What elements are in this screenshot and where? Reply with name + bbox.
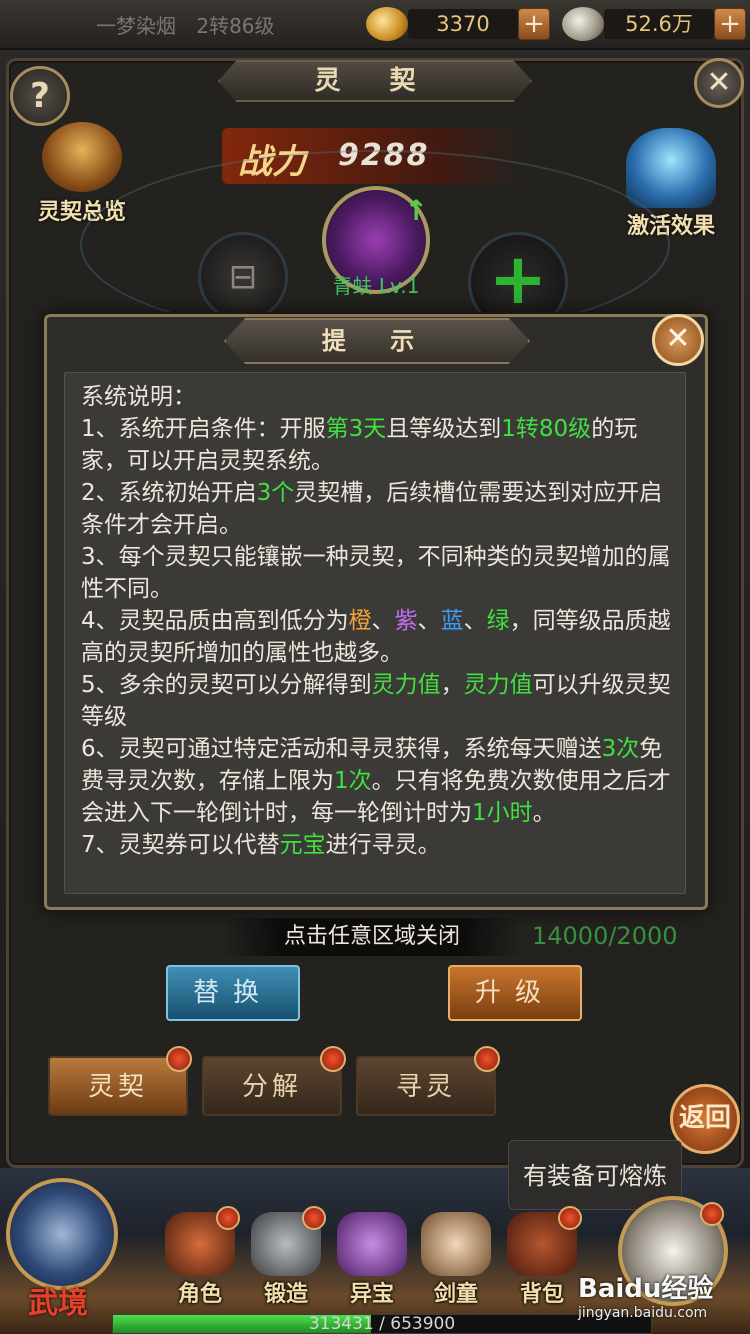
nav-child-label: 剑童 [433, 1282, 478, 1307]
tab-seek[interactable]: 寻灵 [356, 1046, 500, 1116]
nav-sword-child[interactable]: 剑童 [414, 1212, 498, 1308]
nav-role[interactable]: 角色 [158, 1206, 242, 1308]
dialog-title-bar: 提 示 [224, 318, 530, 364]
tab-decompose[interactable]: 分解 [202, 1046, 346, 1116]
nav-bag[interactable]: 背包 [500, 1206, 584, 1308]
nav-wujing-label: 武境 [28, 1286, 88, 1321]
locked-slot[interactable]: ⊟ [198, 232, 288, 322]
tab-decompose-label: 分解 [241, 1072, 302, 1102]
tap-anywhere-close-hint[interactable]: 点击任意区域关闭 [222, 918, 522, 956]
notification-dot-icon [558, 1206, 582, 1230]
tab-seek-label: 寻灵 [395, 1072, 456, 1102]
notification-dot-icon [320, 1046, 346, 1072]
tooltip-text: 有装备可熔炼 [523, 1162, 667, 1190]
notification-dot-icon [700, 1202, 724, 1226]
add-gold-button[interactable]: + [518, 8, 550, 40]
window-title: 灵 契 [314, 66, 436, 96]
rule-6: 6、灵契可通过特定活动和寻灵获得，系统每天赠送3次免费寻灵次数，存储上限为1次。… [81, 736, 671, 826]
upgrade-arrow-icon: ↑ [404, 194, 428, 227]
dialog-title: 提 示 [321, 327, 433, 355]
coin-value: 52.6万 [604, 9, 714, 39]
rule-7: 7、灵契券可以代替元宝进行寻灵。 [81, 832, 441, 858]
nav-treasure-label: 异宝 [349, 1282, 394, 1307]
nav-forge-label: 锻造 [263, 1282, 308, 1307]
nav-forge[interactable]: 锻造 [244, 1206, 328, 1308]
gold-value: 3370 [408, 9, 518, 39]
notification-dot-icon [302, 1206, 326, 1230]
tap-close-label: 点击任意区域关闭 [283, 924, 460, 949]
window-title-bar: 灵 契 [218, 60, 532, 102]
gold-ingot-icon [366, 7, 408, 41]
player-name: 一梦染烟 [96, 14, 176, 38]
upgrade-button[interactable]: 升级 [448, 965, 582, 1021]
notification-dot-icon [216, 1206, 240, 1230]
notification-dot-icon [474, 1046, 500, 1072]
equipped-spirit-name: 青蚨 Lv.1 [332, 274, 420, 298]
rule-1: 1、系统开启条件：开服第3天且等级达到1转80级的玩家，可以开启灵契系统。 [81, 416, 638, 474]
nav-treasure[interactable]: 异宝 [330, 1212, 414, 1308]
tab-spirit-label: 灵契 [87, 1072, 148, 1102]
treasure-chest-icon [42, 122, 122, 192]
sword-child-icon [421, 1212, 491, 1276]
rule-3: 3、每个灵契只能镶嵌一种灵契，不同种类的灵契增加的属性不同。 [81, 544, 671, 602]
dialog-heading: 系统说明： [81, 384, 196, 410]
notification-dot-icon [166, 1046, 192, 1072]
crest-icon [626, 128, 716, 208]
watermark: Baidu经验 jingyan.baidu.com [578, 1268, 713, 1321]
experience-bar: 313431 / 653900 [112, 1314, 652, 1334]
nav-wujing[interactable]: 武境 [6, 1178, 124, 1321]
gold-resource: 3370 + [366, 6, 550, 42]
rule-4: 4、灵契品质由高到低分为橙、紫、蓝、绿，同等级品质越高的灵契所增加的属性也越多。 [81, 608, 671, 666]
player-info: 一梦染烟 2转86级 [96, 10, 289, 39]
add-coin-button[interactable]: + [714, 8, 746, 40]
tab-spirit[interactable]: 灵契 [48, 1046, 192, 1116]
wolf-emblem-icon [6, 1178, 118, 1290]
rule-5: 5、多余的灵契可以分解得到灵力值，灵力值可以升级灵契等级 [81, 672, 671, 730]
watermark-brand: Baidu经验 [578, 1274, 714, 1304]
replace-button[interactable]: 替换 [166, 965, 300, 1021]
coin-resource: 52.6万 + [562, 6, 746, 42]
player-level: 2转86级 [196, 14, 275, 38]
orb-icon [337, 1212, 407, 1276]
window-close-button[interactable]: ✕ [694, 58, 744, 108]
watermark-url: jingyan.baidu.com [578, 1305, 708, 1321]
nav-role-label: 角色 [177, 1282, 222, 1307]
dialog-close-button[interactable]: ✕ [652, 314, 704, 366]
dialog-body: 系统说明： 1、系统开启条件：开服第3天且等级达到1转80级的玩家，可以开启灵契… [64, 372, 686, 894]
plus-icon: + [488, 238, 548, 320]
lock-icon: ⊟ [228, 257, 258, 297]
spirit-power-count: 14000/2000 [532, 922, 678, 950]
coin-icon [562, 7, 604, 41]
game-screen: 一梦染烟 2转86级 3370 + 52.6万 + 灵 契 ? ✕ 灵契总览 激… [0, 0, 750, 1334]
help-button[interactable]: ? [10, 66, 70, 126]
top-status-bar: 一梦染烟 2转86级 3370 + 52.6万 + [0, 0, 750, 50]
rule-2: 2、系统初始开启3个灵契槽，后续槽位需要达到对应开启条件才会开启。 [81, 480, 663, 538]
experience-text: 313431 / 653900 [308, 1314, 456, 1334]
nav-bag-label: 背包 [519, 1282, 564, 1307]
